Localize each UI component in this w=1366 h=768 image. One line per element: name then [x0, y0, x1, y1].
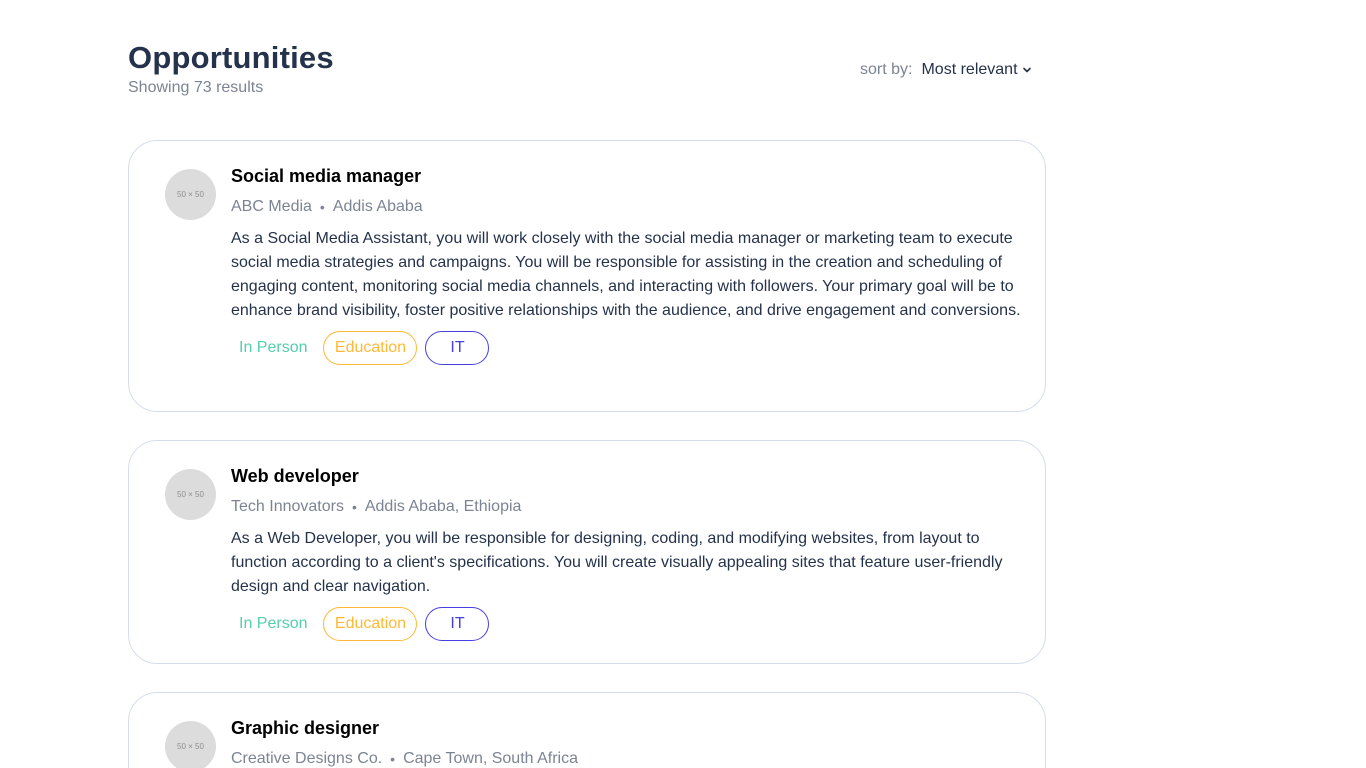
company-logo: 50 × 50 [165, 721, 216, 768]
job-card[interactable]: 50 × 50 Graphic designer Creative Design… [128, 692, 1046, 768]
job-title[interactable]: Graphic designer [231, 717, 1021, 739]
company-logo: 50 × 50 [165, 469, 216, 520]
job-location: Cape Town, South Africa [403, 750, 578, 767]
job-card[interactable]: 50 × 50 Social media manager ABC Media •… [128, 140, 1046, 412]
results-count: Showing 73 results [128, 79, 264, 96]
job-location: Addis Ababa [332, 198, 423, 215]
job-title[interactable]: Social media manager [231, 165, 1021, 187]
chevron-down-icon [1022, 65, 1032, 75]
company-logo: 50 × 50 [165, 169, 216, 220]
company-name: Creative Designs Co. [231, 750, 383, 767]
tag-list: In Person Education IT [231, 331, 1021, 365]
separator-dot: • [319, 199, 325, 215]
sort-dropdown[interactable]: Most relevant [921, 61, 1031, 79]
job-card[interactable]: 50 × 50 Web developer Tech Innovators • … [128, 440, 1046, 664]
separator-dot: • [390, 751, 396, 767]
tag-in-person: In Person [239, 615, 308, 632]
job-description: As a Web Developer, you will be responsi… [231, 530, 1003, 595]
job-meta: ABC Media • Addis Ababa [231, 197, 1021, 217]
company-name: ABC Media [231, 198, 312, 215]
job-description: As a Social Media Assistant, you will wo… [231, 230, 1021, 319]
company-name: Tech Innovators [231, 498, 344, 515]
tag-education: Education [323, 331, 418, 365]
page-title: Opportunities [128, 40, 334, 75]
tag-education: Education [323, 607, 418, 641]
job-meta: Creative Designs Co. • Cape Town, South … [231, 749, 1021, 768]
tag-it: IT [425, 331, 490, 365]
tag-in-person: In Person [239, 339, 308, 356]
tag-it: IT [425, 607, 490, 641]
sort-control: sort by: Most relevant [860, 61, 1032, 79]
tag-list: In Person Education IT [231, 607, 1021, 641]
job-title[interactable]: Web developer [231, 465, 1021, 487]
separator-dot: • [351, 499, 357, 515]
job-meta: Tech Innovators • Addis Ababa, Ethiopia [231, 497, 1021, 517]
sort-value: Most relevant [921, 61, 1018, 78]
sort-label: sort by: [860, 61, 913, 78]
job-location: Addis Ababa, Ethiopia [364, 498, 522, 515]
